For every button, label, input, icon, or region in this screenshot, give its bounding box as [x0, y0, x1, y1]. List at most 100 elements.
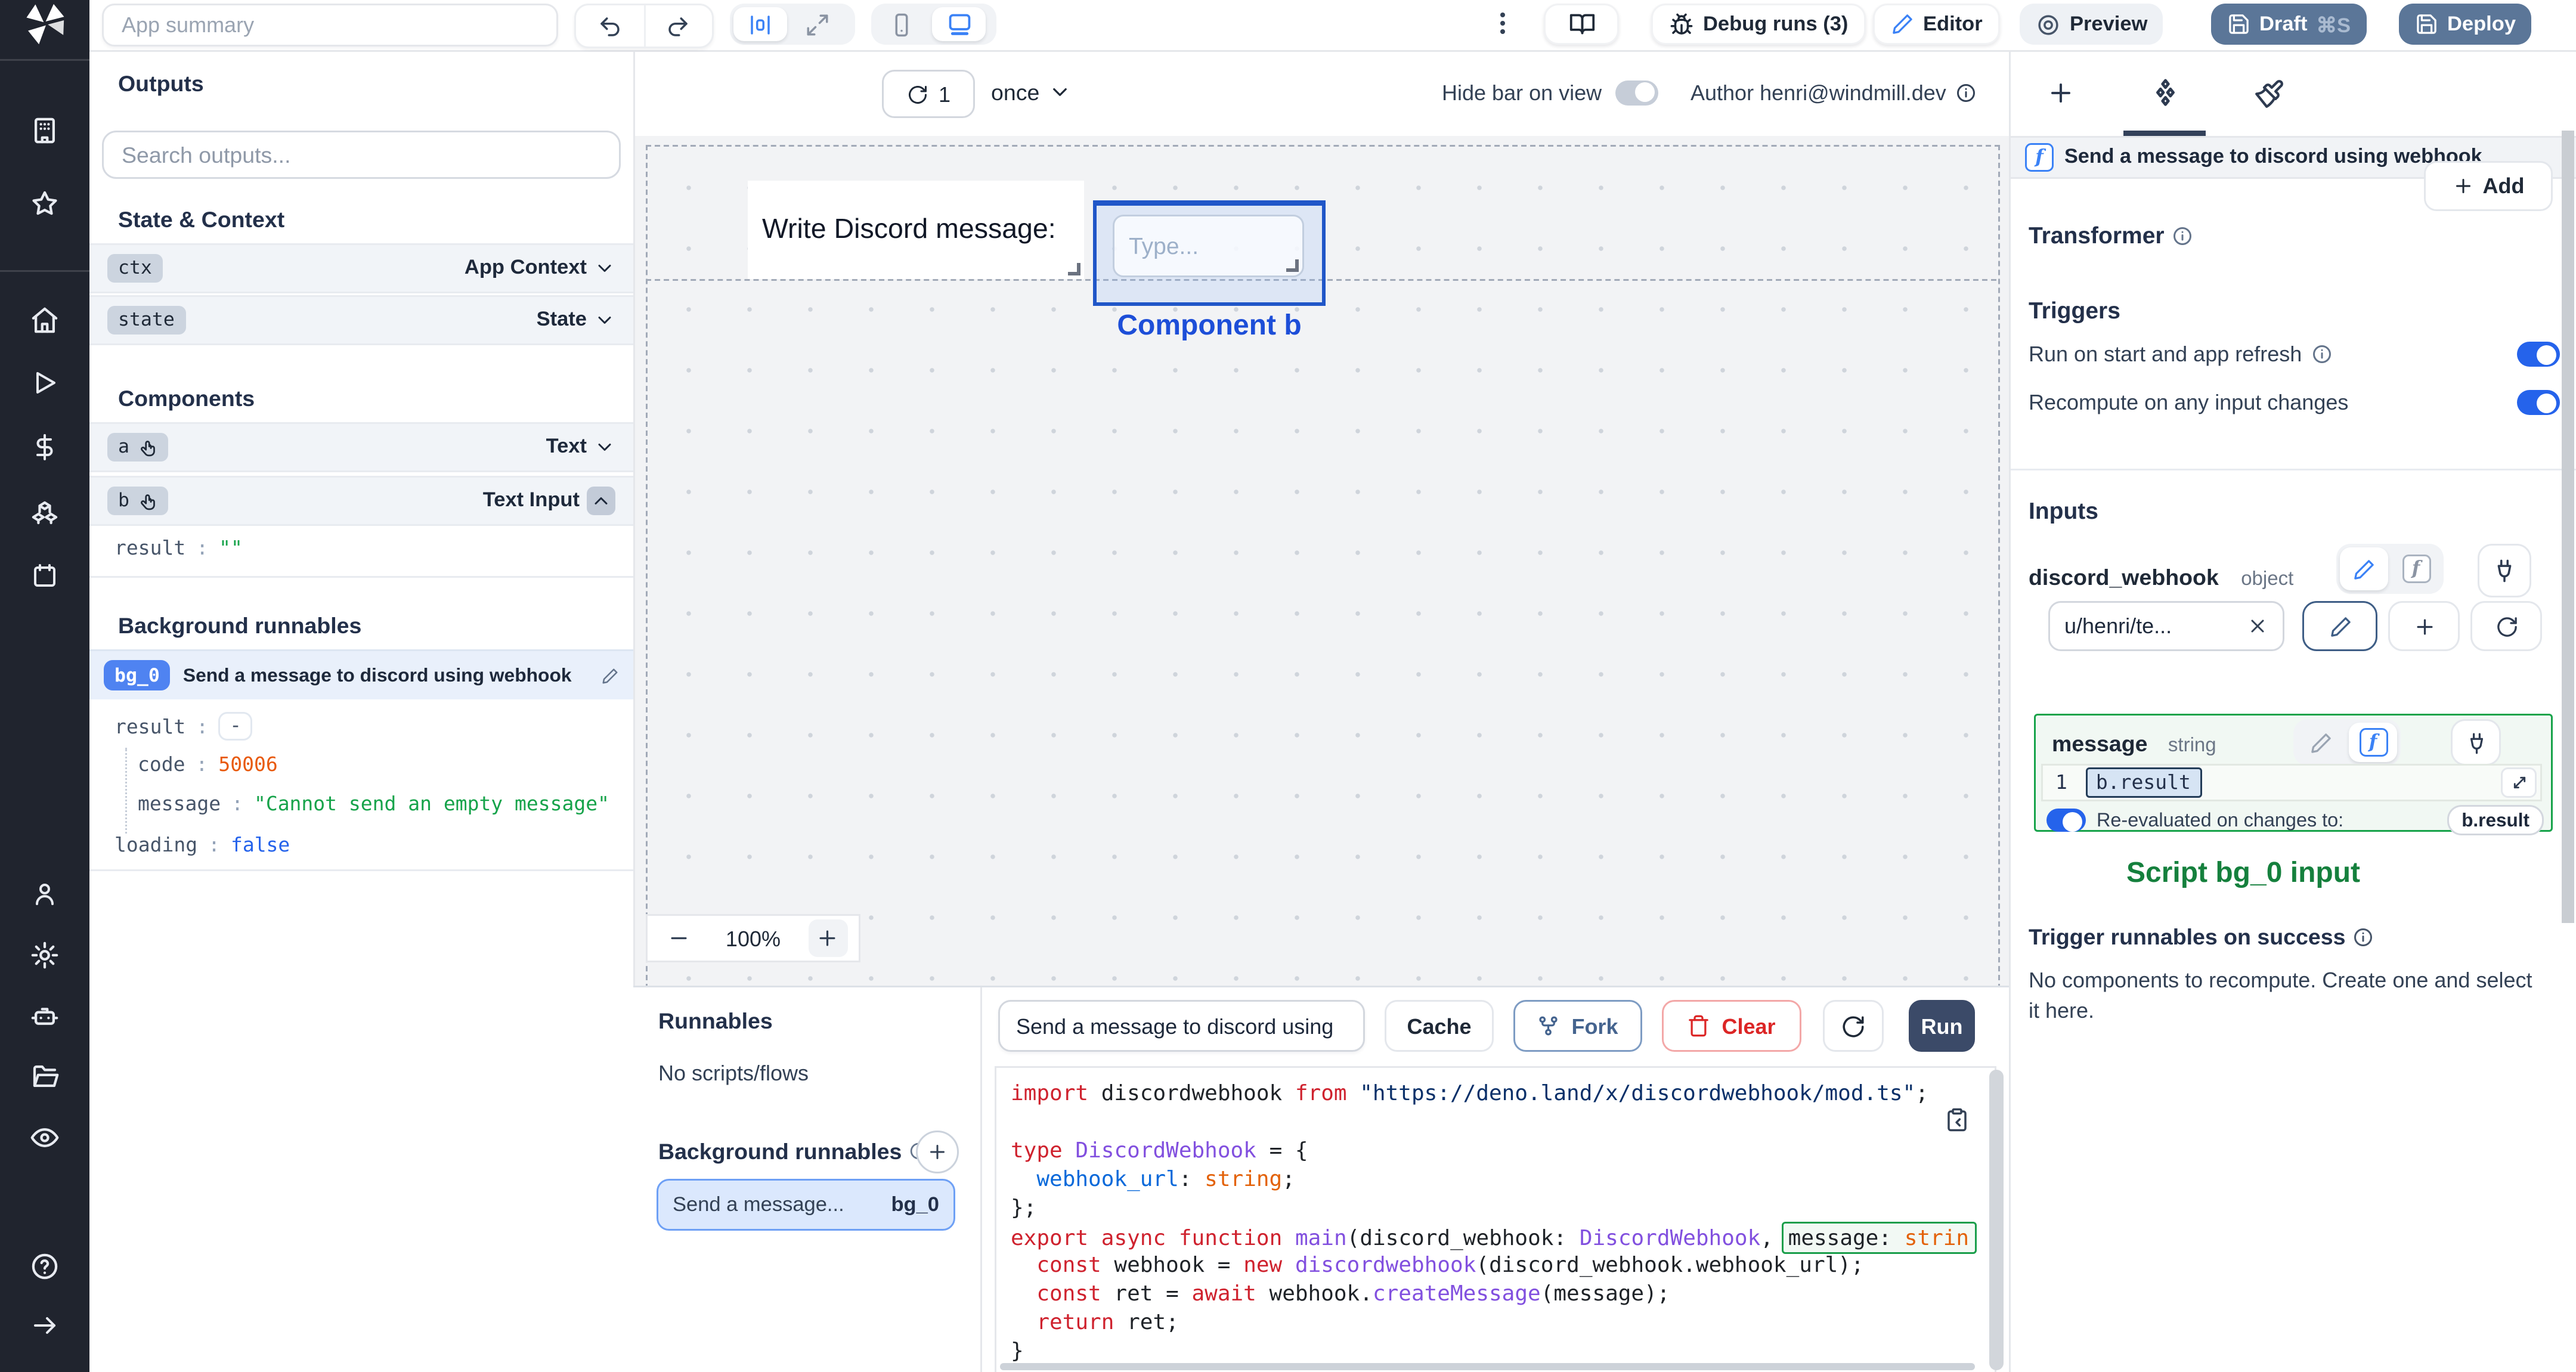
- refresh-count-button[interactable]: 1: [882, 70, 975, 118]
- undo-button[interactable]: [576, 5, 643, 47]
- fork-button[interactable]: Fork: [1513, 1000, 1642, 1052]
- draft-save-button[interactable]: Draft ⌘S: [2211, 4, 2367, 45]
- type-input[interactable]: [1114, 216, 1302, 275]
- fullscreen-icon[interactable]: [791, 7, 844, 41]
- help-icon[interactable]: [30, 1252, 60, 1282]
- docs-book-button[interactable]: [1544, 4, 1619, 45]
- zoom-out-button[interactable]: [658, 919, 698, 957]
- info-icon[interactable]: [1955, 82, 1977, 103]
- workspace-icon[interactable]: [30, 116, 60, 146]
- horizontal-scrollbar[interactable]: [1000, 1363, 1975, 1370]
- settings-gear-icon[interactable]: [30, 940, 60, 971]
- resize-handle[interactable]: [1068, 263, 1080, 275]
- mobile-view-icon[interactable]: [875, 7, 928, 41]
- runs-play-icon[interactable]: [30, 368, 59, 397]
- text-input-component[interactable]: [1113, 215, 1304, 277]
- preview-tab-button[interactable]: Preview: [2020, 4, 2164, 45]
- state-row[interactable]: state State: [89, 295, 633, 345]
- debug-runs-button[interactable]: Debug runs (3): [1651, 4, 1866, 45]
- schedules-calendar-icon[interactable]: [30, 562, 59, 590]
- search-outputs-field[interactable]: [102, 131, 621, 179]
- zoom-in-button[interactable]: [808, 919, 848, 957]
- center-align-toggle[interactable]: [733, 7, 787, 41]
- selected-component-b[interactable]: [1093, 200, 1326, 306]
- desktop-view-icon[interactable]: [932, 7, 986, 41]
- hide-bar-toggle[interactable]: [1616, 79, 1659, 105]
- theme-brush-tab[interactable]: [2247, 72, 2290, 114]
- add-resource-button[interactable]: [2388, 601, 2460, 651]
- info-icon[interactable]: [2311, 343, 2332, 365]
- frequency-select[interactable]: once: [991, 70, 1072, 114]
- connect-plug-icon[interactable]: [2478, 544, 2531, 597]
- component-a-row[interactable]: a Text: [89, 422, 633, 472]
- chevron-down-icon[interactable]: [594, 309, 615, 331]
- variables-dollar-icon[interactable]: [30, 433, 59, 462]
- resize-handle[interactable]: [1286, 259, 1299, 272]
- script-name-input[interactable]: [1000, 1002, 1363, 1050]
- resources-boxes-icon[interactable]: [30, 498, 60, 529]
- expand-icon[interactable]: [2501, 767, 2537, 798]
- expression-editor-row[interactable]: 1 b.result: [2041, 764, 2542, 801]
- edit-pencil-icon[interactable]: [601, 667, 619, 685]
- info-icon[interactable]: [2171, 225, 2193, 247]
- insert-plus-tab[interactable]: [2039, 72, 2082, 114]
- refresh-resource-button[interactable]: [2470, 601, 2542, 651]
- audit-eye-icon[interactable]: [30, 1123, 60, 1153]
- cache-button[interactable]: Cache: [1385, 1000, 1494, 1052]
- reeval-target-chip[interactable]: b.result: [2447, 805, 2544, 835]
- run-on-start-toggle[interactable]: [2517, 342, 2560, 367]
- redo-button[interactable]: [643, 5, 713, 47]
- static-pencil-icon[interactable]: [2340, 547, 2388, 590]
- user-icon[interactable]: [30, 880, 59, 909]
- bg0-runnable-item[interactable]: Send a message... bg_0: [657, 1179, 955, 1231]
- collapse-arrow-icon[interactable]: [30, 1311, 59, 1340]
- static-pencil-icon[interactable]: [2297, 723, 2345, 762]
- code-editor[interactable]: import discordwebhook from "https://deno…: [995, 1066, 1996, 1372]
- more-options-kebab-icon[interactable]: [1488, 9, 1517, 47]
- script-name-field[interactable]: [998, 1000, 1365, 1052]
- folders-icon[interactable]: [30, 1062, 60, 1092]
- b-result-row[interactable]: result: "": [114, 537, 243, 560]
- refresh-script-button[interactable]: [1823, 1000, 1884, 1052]
- workers-robot-icon[interactable]: [30, 1001, 60, 1032]
- app-summary-field[interactable]: [102, 4, 558, 47]
- add-transformer-button[interactable]: Add: [2424, 161, 2553, 211]
- reeval-toggle[interactable]: [2046, 809, 2086, 832]
- windmill-logo-icon[interactable]: [21, 1, 68, 57]
- bg0-result-row[interactable]: result: -: [114, 712, 252, 741]
- bg0-runnable-row[interactable]: bg_0 Send a message to discord using web…: [89, 649, 633, 699]
- collapse-dash-button[interactable]: -: [219, 712, 252, 741]
- clear-button[interactable]: Clear: [1662, 1000, 1801, 1052]
- resource-value-box[interactable]: u/henri/te...: [2048, 601, 2284, 651]
- app-summary-input[interactable]: [104, 5, 556, 45]
- chevron-down-icon[interactable]: [594, 436, 615, 458]
- tree-guide: [125, 748, 127, 834]
- copy-clipboard-icon[interactable]: [1945, 1107, 1970, 1132]
- discord-webhook-mode-group: f: [2336, 544, 2444, 594]
- search-outputs-input[interactable]: [104, 132, 619, 177]
- home-icon[interactable]: [30, 305, 60, 336]
- recompute-toggle[interactable]: [2517, 390, 2560, 415]
- clear-x-icon[interactable]: [2247, 615, 2268, 637]
- favorites-star-icon[interactable]: [30, 189, 60, 219]
- text-component-a[interactable]: Write Discord message:: [748, 181, 1084, 279]
- chevron-up-icon[interactable]: [587, 487, 615, 515]
- settings-components-tab[interactable]: [2143, 72, 2186, 114]
- info-icon[interactable]: [2352, 927, 2373, 948]
- reeval-row: Re-evaluated on changes to: b.result: [2046, 805, 2544, 835]
- git-fork-icon: [1540, 1016, 1559, 1036]
- run-button[interactable]: Run: [1909, 1000, 1975, 1052]
- expression-value[interactable]: b.result: [2085, 767, 2202, 798]
- ctx-row[interactable]: ctx App Context: [89, 243, 633, 293]
- connect-plug-icon[interactable]: [2451, 719, 2501, 766]
- add-background-runnable-button[interactable]: [916, 1131, 959, 1173]
- component-b-row[interactable]: b Text Input: [89, 476, 633, 526]
- chevron-down-icon[interactable]: [594, 258, 615, 279]
- eval-function-icon[interactable]: f: [2349, 723, 2397, 762]
- editor-scrollbar[interactable]: [1989, 1070, 2004, 1370]
- edit-resource-pencil-button[interactable]: [2302, 601, 2377, 651]
- editor-tab-button[interactable]: Editor: [1873, 4, 2001, 45]
- deploy-button[interactable]: Deploy: [2399, 4, 2532, 45]
- inspector-scrollbar[interactable]: [2562, 131, 2574, 923]
- eval-function-icon[interactable]: f: [2392, 547, 2440, 590]
